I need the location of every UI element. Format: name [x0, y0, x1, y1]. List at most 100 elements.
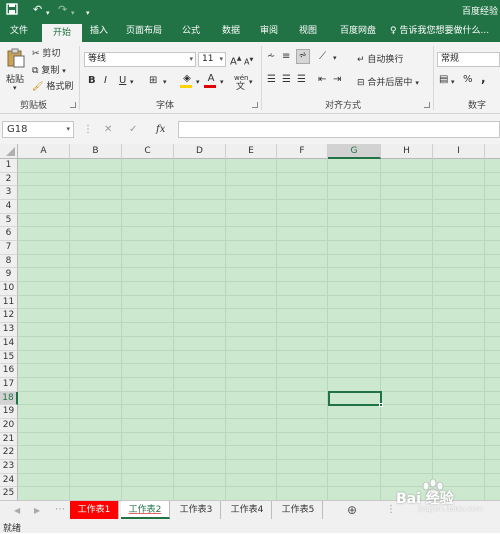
- row-header-20[interactable]: 20: [0, 418, 18, 433]
- phonetic-dropdown-icon[interactable]: ▾: [249, 76, 253, 88]
- paste-dropdown-icon[interactable]: ▾: [13, 84, 17, 92]
- copy-button[interactable]: ⧉ 复制 ▾: [32, 63, 66, 76]
- column-header-a[interactable]: A: [18, 144, 70, 159]
- redo-icon[interactable]: ↷: [58, 3, 67, 17]
- align-left-icon[interactable]: ☰: [267, 74, 276, 86]
- row-header-18[interactable]: 18: [0, 391, 18, 406]
- row-header-19[interactable]: 19: [0, 405, 18, 419]
- column-header-d[interactable]: D: [174, 144, 226, 159]
- column-header-g[interactable]: G: [328, 144, 381, 159]
- decrease-indent-icon[interactable]: ⇤: [318, 74, 326, 86]
- customize-toolbar-icon[interactable]: ▾: [86, 6, 90, 20]
- grow-font-button[interactable]: A▲: [230, 53, 241, 68]
- orientation-icon[interactable]: ⟋: [319, 51, 326, 63]
- borders-icon[interactable]: ⊞: [149, 75, 157, 87]
- cut-button[interactable]: ✂ 剪切: [32, 46, 60, 59]
- column-header-b[interactable]: B: [70, 144, 122, 159]
- column-header-c[interactable]: C: [122, 144, 174, 159]
- font-color-icon[interactable]: A: [204, 73, 218, 89]
- row-header-8[interactable]: 8: [0, 254, 18, 269]
- font-color-dropdown-icon[interactable]: ▾: [220, 76, 224, 88]
- font-name-select[interactable]: 等线 ▾: [84, 52, 196, 67]
- row-header-11[interactable]: 11: [0, 295, 18, 310]
- undo-icon[interactable]: ↶: [33, 3, 42, 17]
- enter-icon[interactable]: ✓: [129, 124, 137, 136]
- add-sheet-button[interactable]: ⊕: [347, 504, 357, 516]
- tab-review[interactable]: 审阅: [250, 21, 288, 42]
- sheet-tab-5[interactable]: 工作表5: [274, 501, 323, 519]
- tab-home[interactable]: 开始: [42, 24, 82, 42]
- row-header-14[interactable]: 14: [0, 336, 18, 351]
- currency-dropdown-icon[interactable]: ▾: [451, 76, 455, 88]
- underline-button[interactable]: U: [119, 75, 126, 87]
- tab-view[interactable]: 视图: [290, 21, 326, 42]
- currency-format-icon[interactable]: ▤: [439, 74, 448, 86]
- underline-dropdown-icon[interactable]: ▾: [130, 76, 134, 88]
- tab-insert[interactable]: 插入: [82, 21, 116, 42]
- row-header-13[interactable]: 13: [0, 323, 18, 337]
- row-header-7[interactable]: 7: [0, 241, 18, 255]
- row-header-2[interactable]: 2: [0, 172, 18, 187]
- tab-baidu-netdisk[interactable]: 百度网盘: [330, 21, 386, 42]
- fill-handle[interactable]: [379, 403, 383, 408]
- align-right-icon[interactable]: ☰: [297, 74, 306, 86]
- row-header-9[interactable]: 9: [0, 268, 18, 283]
- row-header-5[interactable]: 5: [0, 213, 18, 228]
- format-painter-button[interactable]: 🖌 格式刷: [32, 79, 73, 92]
- bold-button[interactable]: B: [88, 75, 96, 87]
- row-header-3[interactable]: 3: [0, 186, 18, 201]
- tab-formulas[interactable]: 公式: [172, 21, 210, 42]
- row-header-17[interactable]: 17: [0, 377, 18, 392]
- more-options-icon[interactable]: ⋮: [83, 124, 93, 136]
- scroll-left-icon[interactable]: ◀: [14, 505, 20, 517]
- tab-page-layout[interactable]: 页面布局: [118, 21, 170, 42]
- align-top-icon[interactable]: ⩪: [267, 51, 275, 63]
- row-header-6[interactable]: 6: [0, 227, 18, 242]
- percent-button[interactable]: %: [463, 74, 473, 86]
- row-header-12[interactable]: 12: [0, 309, 18, 324]
- formula-input[interactable]: [178, 121, 500, 138]
- row-header-23[interactable]: 23: [0, 459, 18, 474]
- row-header-24[interactable]: 24: [0, 473, 18, 488]
- row-header-22[interactable]: 22: [0, 446, 18, 460]
- borders-dropdown-icon[interactable]: ▾: [163, 76, 167, 88]
- alignment-launcher-icon[interactable]: [424, 102, 430, 108]
- column-header-f[interactable]: F: [277, 144, 328, 159]
- sheet-tab-2[interactable]: 工作表2: [121, 501, 170, 519]
- name-box[interactable]: G18 ▾: [2, 121, 74, 138]
- column-header-i[interactable]: I: [433, 144, 485, 159]
- tab-file[interactable]: 文件: [0, 21, 38, 42]
- font-launcher-icon[interactable]: [252, 102, 258, 108]
- column-header-e[interactable]: E: [226, 144, 277, 159]
- row-header-15[interactable]: 15: [0, 350, 18, 365]
- more-options-icon[interactable]: ⋮: [386, 504, 396, 516]
- merge-center-button[interactable]: ⊟ 合并后居中 ▾: [357, 75, 419, 88]
- shrink-font-button[interactable]: A▼: [244, 54, 253, 69]
- row-header-1[interactable]: 1: [0, 159, 18, 173]
- tab-data[interactable]: 数据: [212, 21, 250, 42]
- align-middle-icon[interactable]: ≡: [282, 51, 290, 63]
- orientation-dropdown-icon[interactable]: ▾: [333, 52, 337, 64]
- italic-button[interactable]: I: [104, 75, 107, 87]
- number-format-select[interactable]: 常规: [437, 52, 500, 67]
- undo-dropdown-icon[interactable]: ▾: [46, 6, 50, 20]
- row-header-4[interactable]: 4: [0, 200, 18, 214]
- more-sheets-icon[interactable]: ⋯: [55, 504, 65, 516]
- align-bottom-icon[interactable]: ⩫: [296, 49, 310, 64]
- column-header-h[interactable]: H: [381, 144, 433, 159]
- sheet-tab-3[interactable]: 工作表3: [172, 501, 221, 519]
- row-header-16[interactable]: 16: [0, 364, 18, 378]
- scroll-right-icon[interactable]: ▶: [34, 505, 40, 517]
- paste-icon[interactable]: [6, 48, 26, 68]
- row-header-25[interactable]: 25: [0, 487, 18, 500]
- cancel-icon[interactable]: ✕: [104, 124, 112, 136]
- wrap-text-button[interactable]: ↵ 自动换行: [357, 52, 403, 65]
- tell-me-box[interactable]: ♀ 告诉我您想要做什么...: [390, 21, 500, 42]
- worksheet-grid[interactable]: ABCDEFGHI 1 2 3 4 5 6 7 8 9 10 11 12 13 14 15 16 17 18 19 2…: [0, 144, 500, 500]
- sheet-tab-1[interactable]: 工作表1: [70, 501, 119, 519]
- redo-dropdown-icon[interactable]: ▾: [71, 6, 75, 20]
- select-all-button[interactable]: [0, 144, 18, 159]
- font-size-select[interactable]: 11 ▾: [198, 52, 226, 67]
- row-header-21[interactable]: 21: [0, 432, 18, 447]
- comma-style-button[interactable]: ,: [481, 72, 486, 84]
